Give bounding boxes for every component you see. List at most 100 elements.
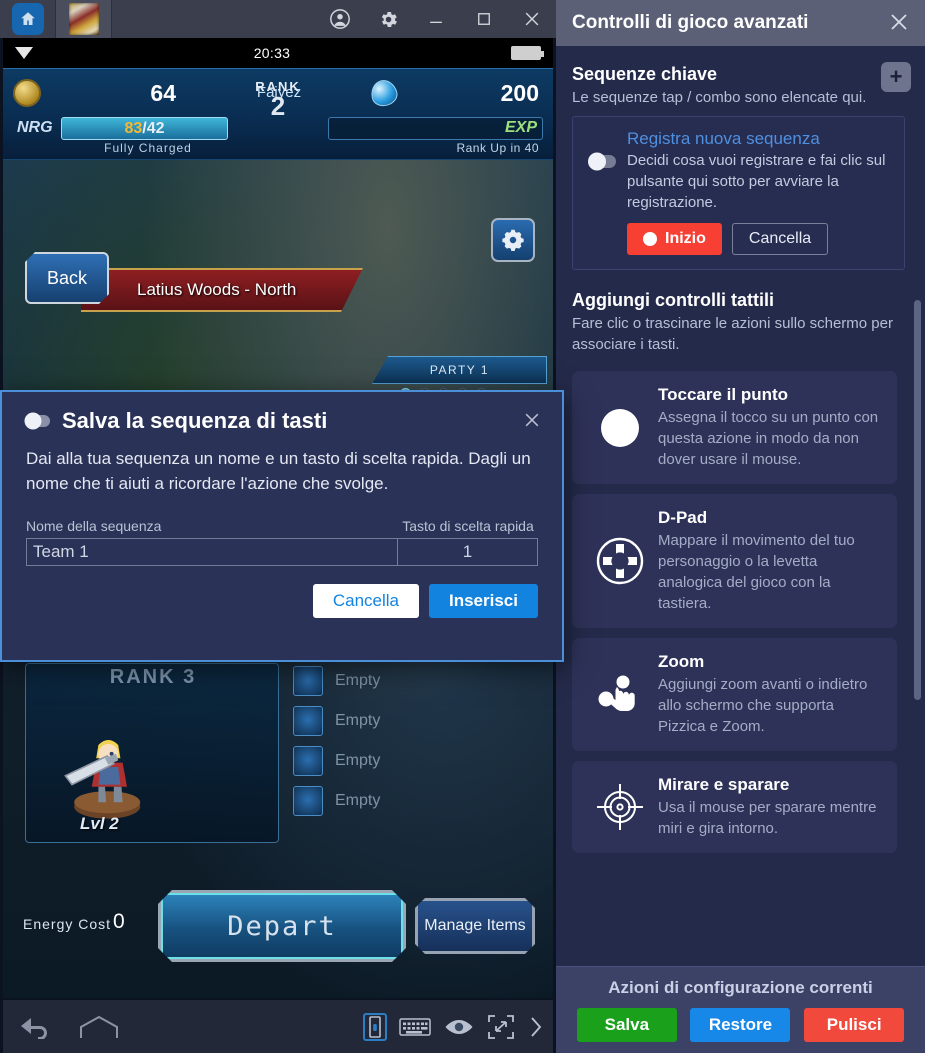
key-sequences-subtitle: Le sequenze tap / combo sono elencate qu… <box>572 89 867 106</box>
panel-title: Controlli di gioco avanzati <box>572 12 809 33</box>
sequence-name-label: Nome della sequenza <box>26 518 162 534</box>
action-card-body: D-Pad Mappare il movimento del tuo perso… <box>658 508 885 614</box>
wifi-icon <box>15 47 33 59</box>
gem-value: 200 <box>500 79 539 106</box>
coin-value: 64 <box>150 79 176 106</box>
toggle-switch-icon <box>588 152 616 171</box>
energy-cost-value: 0 <box>113 910 125 933</box>
start-recording-button[interactable]: Inizio <box>627 223 722 255</box>
dialog-actions: Cancella Inserisci <box>2 566 562 618</box>
slot-square-icon <box>293 745 323 776</box>
action-card-body: Mirare e sparare Usa il mouse per sparar… <box>658 775 885 839</box>
manage-items-button[interactable]: Manage Items <box>415 898 535 954</box>
action-card-zoom[interactable]: Zoom Aggiungi zoom avanti o indietro all… <box>572 638 897 751</box>
gem-icon <box>368 77 400 109</box>
action-card-dpad[interactable]: D-Pad Mappare il movimento del tuo perso… <box>572 494 897 628</box>
depart-button[interactable]: Depart <box>158 890 406 962</box>
nrg-status: Fully Charged <box>104 141 192 155</box>
battery-full-icon <box>511 46 544 60</box>
action-card-title: D-Pad <box>658 508 708 527</box>
volume-slider-icon[interactable] <box>363 1012 387 1041</box>
nav-left-group <box>19 1015 119 1039</box>
action-card-description: Usa il mouse per sparare mentre miri e g… <box>658 799 877 837</box>
dpad-icon <box>582 535 658 587</box>
advanced-game-controls-panel: Controlli di gioco avanzati Sequenze chi… <box>556 0 925 1053</box>
record-card-actions: Inizio Cancella <box>627 223 892 255</box>
minimize-button[interactable] <box>412 0 460 38</box>
game-hud: 64 Fajyez 200 RANK 2 NRG 83 / 42 Fully C… <box>3 68 553 160</box>
dialog-confirm-button[interactable]: Inserisci <box>429 584 538 618</box>
character-card[interactable]: RANK 3 Lvl 2 <box>25 663 279 843</box>
record-card-body: Registra nuova sequenza Decidi cosa vuoi… <box>627 129 892 255</box>
clear-button[interactable]: Pulisci <box>804 1008 905 1042</box>
party-slot[interactable]: Empty <box>293 783 539 818</box>
record-toggle[interactable] <box>585 129 627 255</box>
tap-circle-icon <box>582 403 658 453</box>
save-button[interactable]: Salva <box>576 1008 677 1042</box>
action-card-description: Aggiungi zoom avanti o indietro allo sch… <box>658 676 868 735</box>
maximize-button[interactable] <box>460 0 508 38</box>
footer-buttons: Salva Restore Pulisci <box>556 998 925 1042</box>
action-card-aim-shoot[interactable]: Mirare e sparare Usa il mouse per sparar… <box>572 761 897 853</box>
home-pentagon-icon[interactable] <box>79 1015 119 1039</box>
nrg-bar: 83/42 <box>61 117 228 140</box>
shortcut-key-input[interactable] <box>398 538 538 566</box>
energy-cost-label: Energy Cost <box>23 916 112 932</box>
party-tab[interactable]: PARTY 1 <box>372 356 547 384</box>
key-sequences-section: Sequenze chiave Le sequenze tap / combo … <box>556 46 925 108</box>
action-card-body: Toccare il punto Assegna il tocco su un … <box>658 385 885 470</box>
sequence-name-input[interactable] <box>26 538 398 566</box>
scrollbar-thumb[interactable] <box>914 300 921 700</box>
save-key-sequence-dialog: Salva la sequenza di tasti Dai alla tua … <box>0 390 564 662</box>
add-sequence-button[interactable]: + <box>881 62 911 92</box>
toggle-switch-icon <box>22 412 58 430</box>
home-tab[interactable] <box>0 0 56 38</box>
slot-square-icon <box>293 665 323 696</box>
touch-controls-subtitle: Fare clic o trascinare le azioni sullo s… <box>572 315 893 353</box>
back-button-label: Back <box>46 267 88 288</box>
record-card-description: Decidi cosa vuoi registrare e fai clic s… <box>627 152 886 211</box>
action-card-tap-spot[interactable]: Toccare il punto Assegna il tocco su un … <box>572 371 897 484</box>
emulator-window: 20:33 64 Fajyez 200 RANK 2 NRG 83 / 42 F… <box>0 0 564 1053</box>
dialog-cancel-button[interactable]: Cancella <box>312 584 419 618</box>
titlebar-spacer <box>112 0 316 38</box>
key-sequences-title: Sequenze chiave <box>572 64 718 84</box>
party-rank-label: RANK 3 <box>109 666 197 688</box>
action-card-body: Zoom Aggiungi zoom avanti o indietro all… <box>658 652 885 737</box>
game-settings-button[interactable] <box>491 218 535 262</box>
cancel-recording-button[interactable]: Cancella <box>731 223 829 255</box>
keyboard-icon[interactable] <box>399 1016 431 1038</box>
party-slot[interactable]: Empty <box>293 663 539 698</box>
restore-button[interactable]: Restore <box>690 1008 791 1042</box>
chevron-right-icon[interactable] <box>527 1014 545 1040</box>
game-tab[interactable] <box>56 0 112 38</box>
touch-controls-section: Aggiungi controlli tattili Fare clic o t… <box>556 270 925 355</box>
window-titlebar <box>0 0 556 38</box>
close-icon[interactable] <box>522 410 542 432</box>
party-slot[interactable]: Empty <box>293 703 539 738</box>
record-card-title[interactable]: Registra nuova sequenza <box>627 129 892 149</box>
close-button[interactable] <box>508 0 556 38</box>
location-label: Latius Woods - North <box>137 280 297 299</box>
party-slot[interactable]: Empty <box>293 743 539 778</box>
close-icon[interactable] <box>887 10 911 36</box>
eye-icon[interactable] <box>443 1016 475 1038</box>
nrg-label: NRG <box>17 119 53 136</box>
cog-icon <box>502 229 524 251</box>
exp-status: Rank Up in 40 <box>456 141 539 155</box>
location-banner: Latius Woods - North <box>81 268 363 312</box>
panel-header: Controlli di gioco avanzati <box>556 0 925 46</box>
android-statusbar: 20:33 <box>3 38 553 68</box>
panel-scroll-area: Sequenze chiave Le sequenze tap / combo … <box>556 46 925 998</box>
home-icon <box>11 3 44 35</box>
dialog-title: Salva la sequenza di tasti <box>62 408 328 433</box>
back-arrow-icon[interactable] <box>19 1015 53 1039</box>
slot-label: Empty <box>335 751 381 769</box>
account-button[interactable] <box>316 0 364 38</box>
vertical-scrollbar[interactable] <box>914 300 921 700</box>
fullscreen-expand-icon[interactable] <box>487 1014 515 1040</box>
settings-button[interactable] <box>364 0 412 38</box>
start-recording-label: Inizio <box>665 230 706 247</box>
back-button[interactable]: Back <box>25 252 109 304</box>
manage-items-label: Manage Items <box>424 917 526 934</box>
